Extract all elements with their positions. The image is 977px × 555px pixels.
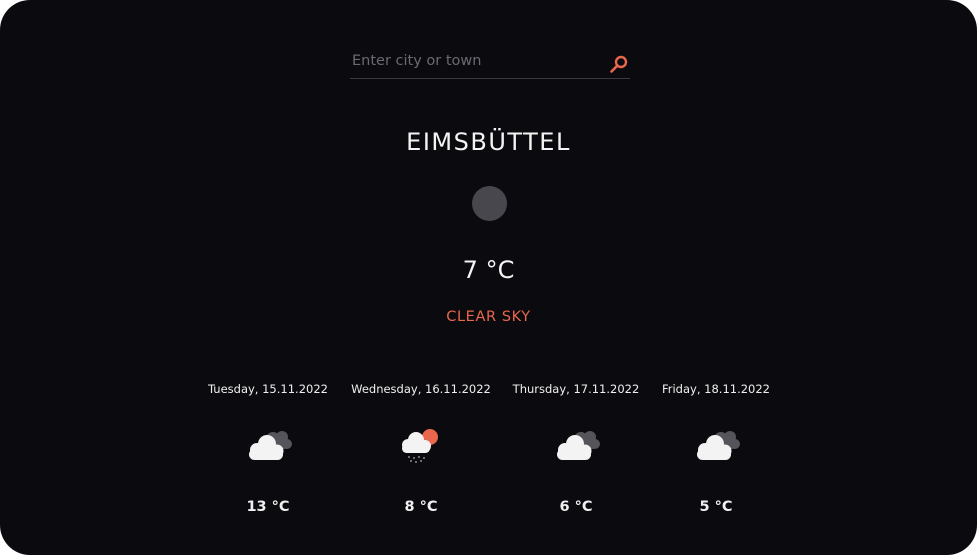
cloudy-icon — [689, 426, 743, 464]
current-weather-icon — [472, 186, 507, 221]
forecast-day: Wednesday, 16.11.2022 8 °C — [336, 382, 506, 532]
sun-cloud-rain-icon — [394, 426, 448, 464]
forecast-date: Tuesday, 15.11.2022 — [208, 382, 328, 396]
cloudy-icon — [549, 426, 603, 464]
weather-app: EIMSBÜTTEL 7 °C CLEAR SKY Tuesday, 15.11… — [0, 0, 977, 555]
forecast-date: Wednesday, 16.11.2022 — [351, 382, 491, 396]
search-bar — [350, 46, 630, 79]
forecast-temperature: 13 °C — [246, 499, 290, 515]
search-icon — [610, 55, 628, 73]
search-button[interactable] — [608, 54, 630, 76]
search-input[interactable] — [352, 50, 592, 72]
forecast-day: Tuesday, 15.11.2022 13 °C — [183, 382, 353, 532]
forecast-temperature: 5 °C — [699, 499, 733, 515]
city-name: EIMSBÜTTEL — [406, 128, 571, 156]
forecast-day: Friday, 18.11.2022 5 °C — [631, 382, 801, 532]
weather-condition: CLEAR SKY — [446, 309, 531, 325]
cloudy-icon — [241, 426, 295, 464]
forecast-date: Friday, 18.11.2022 — [661, 382, 770, 396]
forecast-temperature: 8 °C — [404, 499, 438, 515]
current-temperature: 7 °C — [462, 256, 515, 284]
